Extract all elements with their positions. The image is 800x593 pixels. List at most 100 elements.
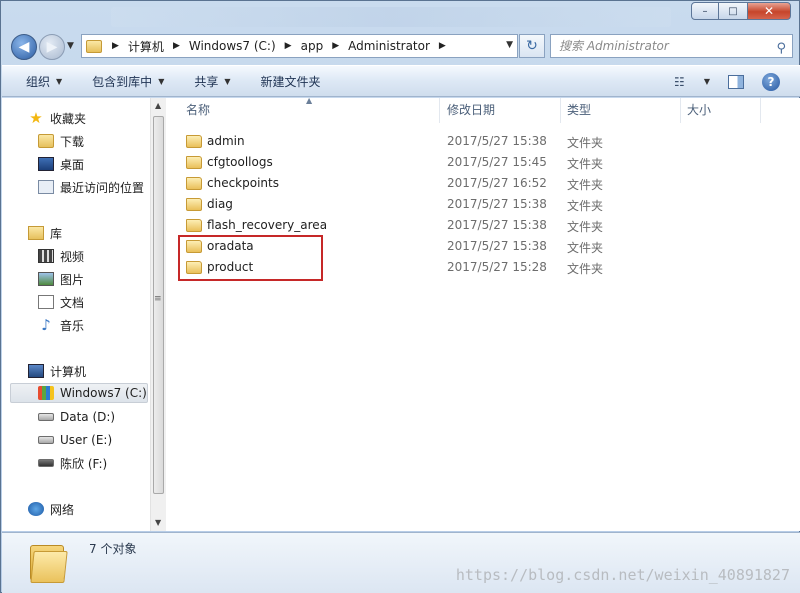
navigation-bar: ◀ ▶ ▼ ▶ 计算机 ▶ Windows7 (C:) ▶ app ▶ Admi…: [1, 31, 799, 61]
chevron-down-icon[interactable]: ▼: [704, 77, 710, 86]
sidebar-item-computer[interactable]: 计算机: [28, 361, 86, 381]
search-placeholder: 搜索 Administrator: [559, 39, 669, 53]
title-bar[interactable]: – □ ✕: [1, 1, 799, 29]
watermark: https://blog.csdn.net/weixin_40891827: [455, 566, 790, 584]
folder-icon: [30, 539, 68, 583]
pictures-icon: [38, 272, 54, 286]
sidebar-item-music[interactable]: ♪ 音乐: [38, 315, 84, 335]
view-list-icon: ☷: [674, 74, 685, 89]
folder-icon: [186, 135, 202, 148]
sidebar-item-documents[interactable]: 文档: [38, 292, 84, 312]
forward-button[interactable]: ▶: [39, 34, 65, 60]
file-row-diag[interactable]: diag 2017/5/27 15:38 文件夹: [166, 194, 800, 215]
file-list: ▲ 名称 修改日期 类型 大小 admin 2017/5/27 15:38 文件…: [166, 96, 800, 531]
change-view-button[interactable]: ☷ ▼: [674, 75, 710, 89]
folder-icon: [186, 177, 202, 190]
help-button[interactable]: ?: [762, 72, 780, 91]
chevron-down-icon: ▼: [56, 76, 63, 86]
folder-icon: [186, 156, 202, 169]
column-header-name[interactable]: 名称: [180, 98, 440, 123]
file-row-flash-recovery-area[interactable]: flash_recovery_area 2017/5/27 15:38 文件夹: [166, 215, 800, 236]
minimize-button[interactable]: –: [691, 2, 719, 20]
maximize-button[interactable]: □: [719, 2, 747, 20]
sidebar-item-drive-c[interactable]: Windows7 (C:): [10, 383, 148, 403]
folder-icon: [186, 219, 202, 232]
library-icon: [28, 226, 44, 240]
file-row-checkpoints[interactable]: checkpoints 2017/5/27 16:52 文件夹: [166, 173, 800, 194]
recent-pages-dropdown[interactable]: ▼: [67, 41, 74, 51]
address-history-dropdown[interactable]: ▼: [506, 40, 513, 50]
sidebar-item-downloads[interactable]: 下载: [38, 131, 84, 151]
video-icon: [38, 249, 54, 263]
breadcrumb-app[interactable]: app: [301, 39, 324, 53]
chevron-right-icon[interactable]: ▶: [439, 41, 446, 51]
navigation-pane: ★ 收藏夹 下载 桌面 最近访问的位置 库 视频 图片 文档 ♪ 音乐 计算机 Wi…: [2, 98, 166, 531]
hard-drive-icon: [38, 413, 54, 421]
help-icon: ?: [767, 74, 775, 89]
column-header-type[interactable]: 类型: [561, 98, 681, 123]
file-row-cfgtoollogs[interactable]: cfgtoollogs 2017/5/27 15:45 文件夹: [166, 152, 800, 173]
maximize-icon: □: [728, 5, 738, 17]
search-input[interactable]: 搜索 Administrator ⚲: [550, 34, 793, 58]
column-header-size[interactable]: 大小: [681, 98, 761, 123]
chevron-right-icon[interactable]: ▶: [332, 41, 339, 51]
desktop-icon: [38, 157, 54, 171]
forward-arrow-icon: ▶: [46, 39, 58, 55]
documents-icon: [38, 295, 54, 309]
share-menu[interactable]: 共享 ▼: [194, 73, 230, 90]
recent-places-icon: [38, 180, 54, 194]
item-count: 7 个对象: [89, 542, 137, 556]
organize-menu[interactable]: 组织 ▼: [26, 73, 62, 90]
annotation-highlight-box: [178, 235, 323, 281]
back-arrow-icon: ◀: [18, 39, 30, 55]
address-bar[interactable]: ▶ 计算机 ▶ Windows7 (C:) ▶ app ▶ Administra…: [81, 34, 518, 58]
window-controls: – □ ✕: [691, 2, 791, 20]
search-icon[interactable]: ⚲: [776, 38, 786, 60]
scroll-down-icon[interactable]: ▼: [155, 518, 161, 527]
sidebar-item-pictures[interactable]: 图片: [38, 269, 84, 289]
sidebar-item-favorites[interactable]: ★ 收藏夹: [28, 108, 86, 128]
chevron-right-icon[interactable]: ▶: [285, 41, 292, 51]
command-bar: 组织 ▼ 包含到库中 ▼ 共享 ▼ 新建文件夹 ☷ ▼ ?: [2, 65, 800, 97]
column-header-date[interactable]: 修改日期: [441, 98, 561, 123]
sidebar-scrollbar[interactable]: ▲ ≡ ▼: [150, 98, 166, 531]
sidebar-item-recent-places[interactable]: 最近访问的位置: [38, 177, 144, 197]
include-in-library-menu[interactable]: 包含到库中 ▼: [92, 73, 164, 90]
sidebar-item-videos[interactable]: 视频: [38, 246, 84, 266]
chevron-right-icon[interactable]: ▶: [112, 41, 119, 51]
breadcrumb-computer[interactable]: 计算机: [128, 38, 164, 55]
sidebar-item-drive-d[interactable]: Data (D:): [38, 407, 115, 427]
sidebar-item-drive-e[interactable]: User (E:): [38, 430, 112, 450]
details-pane: 7 个对象 https://blog.csdn.net/weixin_40891…: [2, 532, 800, 593]
breadcrumb-drive-c[interactable]: Windows7 (C:): [189, 39, 276, 53]
folder-icon: [86, 39, 102, 53]
breadcrumb-administrator[interactable]: Administrator: [348, 39, 430, 53]
folder-icon: [186, 198, 202, 211]
chevron-down-icon: ▼: [224, 76, 231, 86]
scroll-up-icon[interactable]: ▲: [155, 101, 161, 110]
close-button[interactable]: ✕: [747, 2, 791, 20]
hard-drive-icon: [38, 436, 54, 444]
music-icon: ♪: [41, 316, 51, 334]
title-bar-glass: [111, 7, 671, 27]
sidebar-item-drive-f[interactable]: 陈欣 (F:): [38, 453, 107, 473]
chevron-right-icon[interactable]: ▶: [173, 41, 180, 51]
column-headers: ▲ 名称 修改日期 类型 大小: [166, 96, 800, 123]
star-icon: ★: [29, 109, 43, 127]
sidebar-item-libraries[interactable]: 库: [28, 223, 62, 243]
new-folder-button[interactable]: 新建文件夹: [261, 73, 321, 90]
preview-pane-icon[interactable]: [728, 74, 744, 89]
scrollbar-thumb[interactable]: [153, 116, 164, 494]
file-row-admin[interactable]: admin 2017/5/27 15:38 文件夹: [166, 131, 800, 152]
back-button[interactable]: ◀: [11, 34, 37, 60]
windows-drive-icon: [38, 386, 54, 400]
sidebar-item-desktop[interactable]: 桌面: [38, 154, 84, 174]
toolbar-right: ☷ ▼ ?: [674, 66, 800, 97]
explorer-window: – □ ✕ ◀ ▶ ▼ ▶ 计算机 ▶ Windows7 (C:) ▶ app …: [0, 0, 800, 593]
network-icon: [28, 502, 44, 516]
scrollbar-grip-icon: ≡: [154, 294, 162, 304]
chevron-down-icon: ▼: [158, 76, 165, 86]
refresh-button[interactable]: ↻: [519, 34, 545, 58]
sidebar-item-network[interactable]: 网络: [28, 499, 74, 519]
close-icon: ✕: [763, 4, 775, 18]
